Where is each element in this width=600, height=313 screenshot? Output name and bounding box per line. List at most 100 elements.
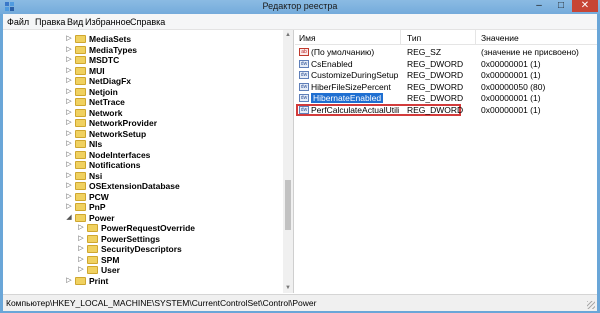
expand-arrow-icon[interactable]: ▷ [65,171,73,181]
tree-item[interactable]: ▷ PowerSettings [3,234,281,244]
tree-item[interactable]: ▷ MSDTC [3,55,281,65]
tree-item-label: Nls [89,139,103,149]
folder-icon [75,56,86,64]
folder-icon [75,150,86,159]
list-header: Имя Тип Значение [295,30,597,45]
value-row[interactable]: dw HiberFileSizePercent REG_DWORD 0x0000005… [295,82,597,92]
tree-item[interactable]: ▷ NetworkProvider [3,118,281,128]
title-bar[interactable]: Редактор реестра – □ ✕ [0,0,600,14]
tree-item[interactable]: ▷ Notifications [3,160,281,170]
maximize-button[interactable]: □ [550,0,572,12]
menu-file[interactable]: Файл [7,17,29,27]
values-list-pane[interactable]: Имя Тип Значение ab (По умолчанию) REG_SZ (… [295,30,597,293]
expand-arrow-icon[interactable]: ▷ [65,192,73,202]
tree-item[interactable]: ▷ PnP [3,202,281,212]
key-tree-pane[interactable]: ▲ ▼ ▷ MediaSets ▷ MediaTypes ▷ MSDTC ▷ MUI ▷ NetD… [3,30,294,293]
dword-value-icon: dw [299,94,309,102]
expand-arrow-icon[interactable]: ▷ [65,108,73,118]
tree-item-label: NetworkProvider [89,118,158,128]
scroll-thumb[interactable] [285,180,291,230]
expand-arrow-icon[interactable]: ▷ [65,66,73,76]
tree-item-label: NetworkSetup [89,128,147,139]
value-type: REG_DWORD [407,104,464,115]
tree-item-label: MediaSets [89,34,132,44]
folder-icon [75,87,86,96]
menu-favorites[interactable]: Избранное [85,17,131,27]
tree-item[interactable]: ▷ Nls [3,139,281,149]
value-data: 0x00000001 (1) [481,104,541,115]
scroll-down-arrow-icon[interactable]: ▼ [283,283,293,293]
tree-item-label: NetTrace [89,97,125,107]
tree-item[interactable]: ▷ MediaTypes [3,45,281,55]
tree-item[interactable]: ▷ NodeInterfaces [3,150,281,160]
menu-help[interactable]: Справка [130,17,165,27]
tree-item[interactable]: ▷ OSExtensionDatabase [3,181,281,191]
folder-icon [75,35,86,43]
resize-grip-icon[interactable] [587,301,595,309]
value-row[interactable]: dwPerfCalculateActualUtilizat... REG_DWOR… [295,105,597,115]
value-name: CustomizeDuringSetup [311,70,399,80]
column-type-header[interactable]: Тип [407,33,421,43]
value-data: 0x00000001 (1) [481,93,541,103]
folder-icon [75,192,86,201]
tree-item[interactable]: ▷ Netjoin [3,87,281,97]
folder-icon [75,119,86,127]
expand-arrow-icon[interactable]: ▷ [77,255,85,265]
menu-view[interactable]: Вид [67,17,83,27]
expand-arrow-icon[interactable]: ▷ [77,234,85,244]
column-divider[interactable] [475,30,476,44]
folder-icon [75,66,86,75]
expand-arrow-icon[interactable]: ▷ [65,276,73,286]
tree-item[interactable]: ▷ MUI [3,66,281,76]
menu-edit[interactable]: Правка [35,17,65,27]
tree-item[interactable]: ▷ Network [3,108,281,118]
close-button[interactable]: ✕ [572,0,598,12]
expand-arrow-icon[interactable]: ▷ [65,139,73,149]
expand-arrow-icon[interactable]: ▷ [65,76,73,86]
tree-item[interactable]: ▷ PCW [3,192,281,202]
tree-scrollbar[interactable]: ▲ ▼ [283,30,293,293]
tree-item[interactable]: ▷ NetTrace [3,97,281,107]
tree-item-label: MUI [89,65,105,76]
expand-arrow-icon[interactable]: ▷ [65,55,73,65]
expand-arrow-icon[interactable]: ▷ [65,150,73,160]
column-divider[interactable] [400,30,401,44]
expand-arrow-icon[interactable]: ▷ [65,181,73,191]
value-row[interactable]: dw CsEnabled REG_DWORD 0x00000001 (1) [295,59,597,69]
tree-item[interactable]: ▷ NetworkSetup [3,129,281,139]
value-name: (По умолчанию) [311,47,375,57]
expand-arrow-icon[interactable]: ▷ [65,129,73,139]
tree-item[interactable]: ▷ User [3,265,281,275]
expand-arrow-icon[interactable]: ▷ [65,160,73,170]
expand-arrow-icon[interactable]: ▷ [65,34,73,44]
tree-item[interactable]: ▷ MediaSets [3,34,281,44]
tree-item[interactable]: ▷ Nsi [3,171,281,181]
expand-arrow-icon[interactable]: ▷ [65,118,73,128]
expand-arrow-icon[interactable]: ▷ [77,265,85,275]
value-row[interactable]: dw CustomizeDuringSetup REG_DWORD 0x0000000… [295,70,597,80]
expand-arrow-icon[interactable]: ▷ [65,97,73,107]
tree-item[interactable]: ▷ SPM [3,255,281,265]
tree-item-label: PowerSettings [101,233,161,244]
value-row[interactable]: ab (По умолчанию) REG_SZ (значение не присв… [295,47,597,57]
column-value-header[interactable]: Значение [481,33,519,43]
expand-arrow-icon[interactable]: ▷ [65,87,73,97]
tree-item[interactable]: ▷ SecurityDescriptors [3,244,281,254]
expand-arrow-icon[interactable]: ▷ [65,202,73,212]
expand-arrow-icon[interactable]: ▷ [77,244,85,254]
scroll-up-arrow-icon[interactable]: ▲ [283,30,293,40]
minimize-button[interactable]: – [528,0,550,12]
folder-icon [75,108,86,117]
tree-item[interactable]: ◢ Power [3,213,281,223]
column-name-header[interactable]: Имя [299,33,316,43]
folder-icon [75,161,86,169]
expand-arrow-icon[interactable]: ▷ [77,223,85,233]
tree-item[interactable]: ▷ Print [3,276,281,286]
value-row[interactable]: dw HibernateEnabled REG_DWORD 0x00000001 (1… [295,93,597,103]
folder-icon [75,98,86,106]
collapse-arrow-icon[interactable]: ◢ [65,213,73,223]
folder-icon [87,224,98,232]
tree-item[interactable]: ▷ PowerRequestOverride [3,223,281,233]
tree-item[interactable]: ▷ NetDiagFx [3,76,281,86]
expand-arrow-icon[interactable]: ▷ [65,45,73,55]
